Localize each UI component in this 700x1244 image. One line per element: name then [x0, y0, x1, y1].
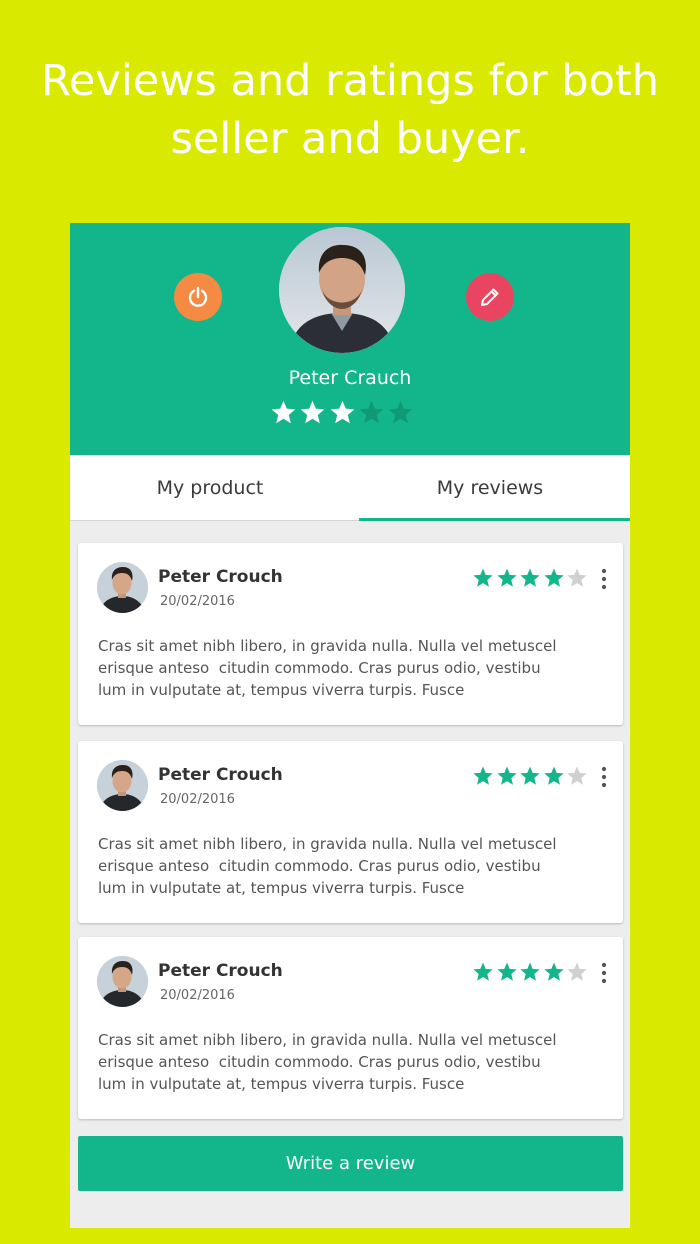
review-card: Peter Crouch 20/02/2016 Cras sit amet ni…	[78, 543, 623, 725]
star-icon	[543, 568, 564, 587]
review-date: 20/02/2016	[160, 594, 235, 609]
star-icon	[520, 568, 540, 587]
tab-my-reviews[interactable]: My reviews	[350, 455, 630, 521]
star-icon	[496, 568, 517, 587]
star-icon	[567, 962, 587, 981]
reviewer-name: Peter Crouch	[158, 765, 283, 785]
headline-line-2: seller and buyer.	[170, 114, 530, 164]
star-icon	[330, 400, 354, 424]
more-vert-icon[interactable]	[597, 961, 611, 985]
star-icon	[388, 400, 413, 424]
profile-avatar	[279, 227, 405, 353]
star-icon	[520, 962, 540, 981]
reviewer-avatar	[97, 956, 148, 1007]
star-icon	[473, 568, 493, 587]
review-text: Cras sit amet nibh libero, in gravida nu…	[98, 835, 557, 897]
app-screen: Peter Crauch My product My reviews Peter…	[70, 223, 630, 1228]
headline-line-1: Reviews and ratings for both	[40, 56, 660, 106]
star-icon	[543, 766, 564, 785]
profile-rating	[270, 399, 414, 427]
tab-bar: My product My reviews	[70, 455, 630, 521]
more-vert-icon[interactable]	[597, 765, 611, 789]
star-icon	[496, 766, 517, 785]
star-icon	[300, 400, 325, 424]
review-text: Cras sit amet nibh libero, in gravida nu…	[98, 637, 557, 699]
star-icon	[473, 962, 493, 981]
review-card: Peter Crouch 20/02/2016 Cras sit amet ni…	[78, 741, 623, 923]
profile-name: Peter Crauch	[288, 367, 412, 389]
star-icon	[567, 766, 587, 785]
active-tab-indicator	[359, 518, 630, 521]
headline: Reviews and ratings for both seller and …	[0, 52, 700, 168]
review-text: Cras sit amet nibh libero, in gravida nu…	[98, 1031, 557, 1093]
tab-my-product[interactable]: My product	[70, 455, 350, 521]
star-icon	[359, 400, 384, 424]
edit-profile-button[interactable]	[466, 273, 514, 321]
profile-header: Peter Crauch	[70, 223, 630, 455]
review-rating	[472, 567, 588, 589]
reviewer-name: Peter Crouch	[158, 567, 283, 587]
star-icon	[496, 962, 517, 981]
review-rating	[472, 765, 588, 787]
star-icon	[520, 766, 540, 785]
star-icon	[543, 962, 564, 981]
more-vert-icon[interactable]	[597, 567, 611, 591]
reviewer-avatar	[97, 562, 148, 613]
star-icon	[271, 400, 296, 424]
review-card: Peter Crouch 20/02/2016 Cras sit amet ni…	[78, 937, 623, 1119]
write-review-button[interactable]: Write a review	[78, 1136, 623, 1191]
review-rating	[472, 961, 588, 983]
review-date: 20/02/2016	[160, 988, 235, 1003]
reviewer-name: Peter Crouch	[158, 961, 283, 981]
review-date: 20/02/2016	[160, 792, 235, 807]
star-icon	[473, 766, 493, 785]
pencil-icon	[481, 288, 499, 306]
star-icon	[567, 568, 587, 587]
reviewer-avatar	[97, 760, 148, 811]
logout-button[interactable]	[174, 273, 222, 321]
power-icon	[188, 286, 208, 307]
